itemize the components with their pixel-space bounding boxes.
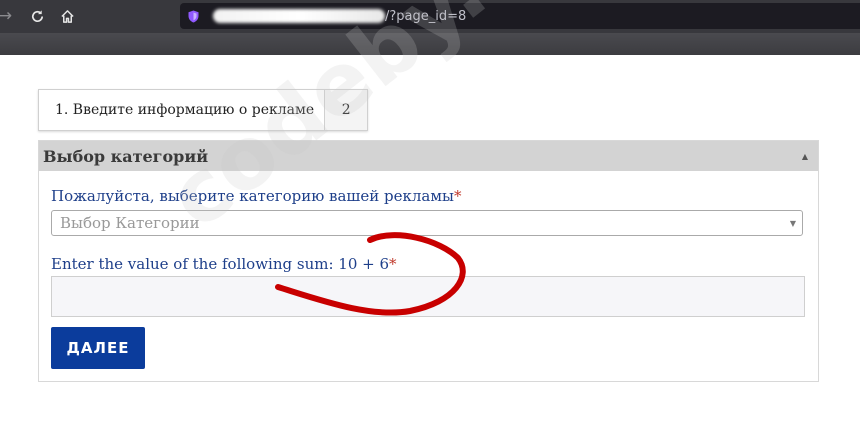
step-1[interactable]: 1. Введите информацию о рекламе — [39, 90, 324, 130]
required-mark: * — [389, 255, 397, 273]
category-label: Пожалуйста, выберите категорию вашей рек… — [51, 187, 461, 205]
sum-label: Enter the value of the following sum: 10… — [51, 255, 397, 273]
url-path: /?page_id=8 — [385, 8, 467, 24]
panel-header[interactable]: Выбор категорий ▲ — [39, 141, 818, 171]
step-indicator: 1. Введите информацию о рекламе 2 — [38, 89, 369, 131]
arrow-left-icon: → — [0, 6, 13, 26]
next-button[interactable]: ДАЛЕЕ — [51, 327, 145, 369]
back-button[interactable]: → — [0, 3, 18, 29]
chevron-up-icon[interactable]: ▲ — [802, 152, 808, 161]
shield-icon — [188, 10, 199, 22]
browser-toolbar: → /?page_id=8 — [0, 0, 860, 55]
sum-label-text: Enter the value of the following sum: 10… — [51, 255, 390, 273]
redacted-domain — [213, 9, 385, 23]
home-button[interactable] — [54, 3, 80, 29]
category-select-value: Выбор Категории — [60, 214, 200, 232]
category-label-text: Пожалуйста, выберите категорию вашей рек… — [51, 187, 454, 205]
required-mark: * — [453, 187, 462, 205]
chevron-down-icon: ▼ — [789, 218, 796, 228]
panel-title: Выбор категорий — [43, 146, 209, 166]
address-bar[interactable]: /?page_id=8 — [180, 3, 860, 29]
sum-input[interactable] — [51, 276, 805, 317]
reload-button[interactable] — [24, 3, 50, 29]
step-2[interactable]: 2 — [324, 90, 368, 130]
reload-icon — [31, 9, 43, 22]
toolbar-divider — [0, 33, 860, 55]
category-select[interactable]: Выбор Категории ▼ — [51, 210, 803, 236]
category-panel: Выбор категорий ▲ Пожалуйста, выберите к… — [38, 140, 819, 382]
home-icon — [60, 9, 74, 23]
